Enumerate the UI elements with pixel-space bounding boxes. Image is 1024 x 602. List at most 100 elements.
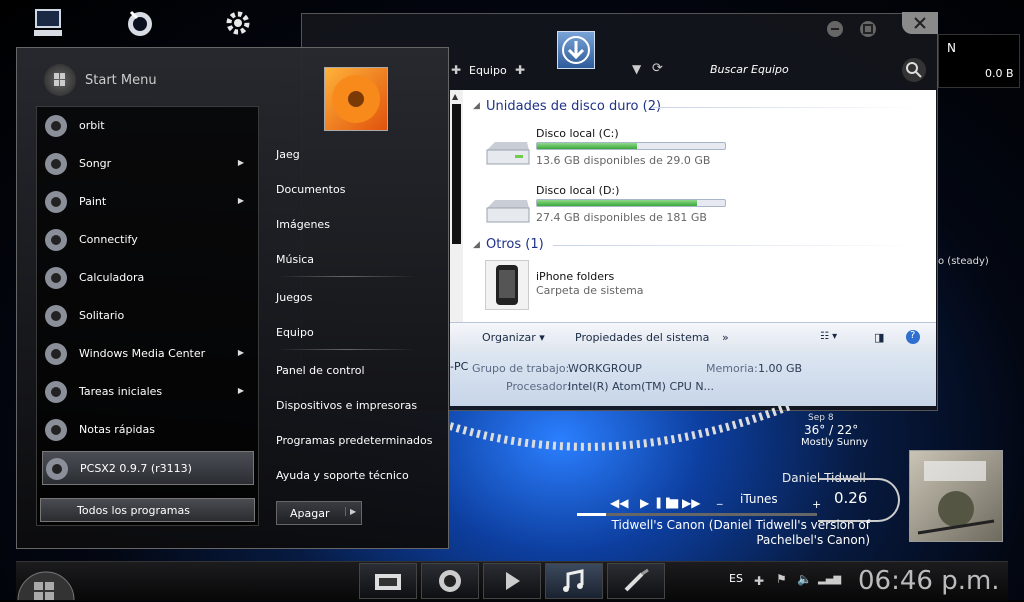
workgroup-value: WORKGROUP <box>568 362 642 375</box>
stop-icon[interactable]: ■ <box>668 496 679 510</box>
play-icon[interactable]: ▶ <box>640 496 649 510</box>
previous-icon[interactable]: ◀◀ <box>610 496 628 510</box>
close-button[interactable] <box>902 12 938 34</box>
firefox-icon <box>439 570 461 592</box>
drive-c-icon <box>483 140 531 170</box>
desktop-icon-firefox[interactable] <box>110 6 170 46</box>
songr-icon <box>42 150 70 178</box>
processor-label: Procesador: <box>506 380 571 393</box>
maximize-button[interactable] <box>859 20 877 42</box>
more-button[interactable]: » <box>722 331 729 344</box>
collapse-icon[interactable]: ◢ <box>473 101 480 111</box>
help-icon[interactable]: ? <box>906 330 920 344</box>
program-item[interactable]: PCSX2 0.9.7 (r3113) <box>42 451 254 485</box>
menu-games[interactable]: Juegos <box>276 291 312 304</box>
flag-icon[interactable]: ⚑ <box>776 572 787 586</box>
section-header-drives[interactable]: Unidades de disco duro (2) <box>486 99 661 114</box>
clock-ring-decoration <box>450 406 800 466</box>
submenu-arrow-icon[interactable]: ▶ <box>238 196 244 205</box>
program-label: PCSX2 0.9.7 (r3113) <box>80 462 192 475</box>
menu-music[interactable]: Música <box>276 253 314 266</box>
taskbar-firefox[interactable] <box>421 563 479 599</box>
program-label: Paint <box>79 195 107 208</box>
refresh-icon[interactable]: ⟳ <box>652 61 663 76</box>
system-properties-button[interactable]: Propiedades del sistema <box>575 331 709 344</box>
search-box[interactable]: Buscar Equipo <box>700 58 932 82</box>
album-art <box>909 450 1003 542</box>
view-options-icon[interactable]: ☷ ▾ <box>820 331 837 342</box>
desktop-icon-utilities[interactable] <box>208 6 268 46</box>
submenu-arrow-icon[interactable]: ▶ <box>238 158 244 167</box>
scroll-up-icon[interactable]: ▲ <box>452 92 458 101</box>
menu-images[interactable]: Imágenes <box>276 218 330 231</box>
language-indicator[interactable]: ES <box>729 572 743 585</box>
divider <box>276 349 416 350</box>
signal-icon[interactable]: ▂▄▆ <box>818 574 841 585</box>
section-header-others[interactable]: Otros (1) <box>486 237 544 252</box>
plus-icon: ✚ <box>515 63 526 77</box>
network-widget: N 0.0 B <box>938 34 1020 88</box>
iphone-folders-name[interactable]: iPhone folders <box>536 270 614 283</box>
program-item[interactable]: Paint ▶ <box>42 185 254 219</box>
search-button[interactable] <box>902 58 926 82</box>
program-item[interactable]: Tareas iniciales ▶ <box>42 375 254 409</box>
divider <box>553 245 923 246</box>
program-item[interactable]: Connectify <box>42 223 254 257</box>
dropdown-arrow-icon[interactable]: ▼ <box>632 62 641 76</box>
next-icon[interactable]: ▶▶ <box>682 496 700 510</box>
program-item[interactable]: Notas rápidas <box>42 413 254 447</box>
volume-icon[interactable]: 🔈 <box>797 572 812 586</box>
submenu-arrow-icon[interactable]: ▶ <box>238 348 244 357</box>
collapse-icon[interactable]: ◢ <box>473 240 480 250</box>
taskbar-itunes[interactable] <box>545 563 603 599</box>
scrollbar[interactable]: ▲ ▼ <box>450 90 463 350</box>
drive-d-info: 27.4 GB disponibles de 181 GB <box>536 211 707 224</box>
desktop-icon-computer[interactable] <box>18 6 78 46</box>
volume-up-icon[interactable]: + <box>812 498 821 511</box>
iphone-icon <box>485 260 529 310</box>
drive-c-info: 13.6 GB disponibles de 29.0 GB <box>536 154 711 167</box>
paint-icon <box>42 188 70 216</box>
weather-date: Sep 8 <box>808 413 834 423</box>
volume-down-icon[interactable]: _ <box>717 492 723 505</box>
preview-pane-icon[interactable]: ◨ <box>874 331 884 344</box>
menu-user[interactable]: Jaeg <box>276 148 300 161</box>
windows-logo-icon <box>17 571 75 600</box>
all-programs-button[interactable]: Todos los programas <box>40 498 255 522</box>
scroll-thumb[interactable] <box>452 104 461 244</box>
media-progress[interactable] <box>577 513 817 516</box>
menu-documents[interactable]: Documentos <box>276 183 345 196</box>
partial-text: o (steady) <box>938 256 989 267</box>
program-label: Notas rápidas <box>79 423 155 436</box>
clock[interactable]: 06:46 p.m. <box>858 566 1000 596</box>
taskbar-explorer[interactable] <box>359 563 417 599</box>
organize-button[interactable]: Organizar ▾ <box>482 331 545 344</box>
program-item[interactable]: Solitario <box>42 299 254 333</box>
program-item[interactable]: Calculadora <box>42 261 254 295</box>
organize-label: Organizar <box>482 331 536 344</box>
taskbar-media-player[interactable] <box>483 563 541 599</box>
tray-plus-icon[interactable]: ✚ <box>754 574 764 588</box>
menu-control-panel[interactable]: Panel de control <box>276 364 365 377</box>
shutdown-button[interactable]: Apagar ▶ <box>276 501 362 525</box>
memory-label: Memoria: <box>706 362 758 375</box>
submenu-arrow-icon[interactable]: ▶ <box>238 386 244 395</box>
shutdown-arrow-icon[interactable]: ▶ <box>345 507 356 516</box>
time-ring <box>818 478 900 522</box>
menu-default-programs[interactable]: Programas predeterminados <box>276 434 433 447</box>
drive-c-name[interactable]: Disco local (C:) <box>536 127 619 140</box>
program-item[interactable]: Windows Media Center ▶ <box>42 337 254 371</box>
program-item[interactable]: Songr ▶ <box>42 147 254 181</box>
menu-help[interactable]: Ayuda y soporte técnico <box>276 469 409 482</box>
taskbar-paint[interactable] <box>607 563 665 599</box>
minimize-button[interactable] <box>826 20 844 42</box>
drive-d-name[interactable]: Disco local (D:) <box>536 184 619 197</box>
menu-devices[interactable]: Dispositivos e impresoras <box>276 399 417 412</box>
user-picture[interactable] <box>324 67 388 131</box>
program-item[interactable]: orbit <box>42 109 254 143</box>
menu-computer[interactable]: Equipo <box>276 326 314 339</box>
details-pane: -PC Grupo de trabajo: WORKGROUP Memoria:… <box>450 352 936 406</box>
drive-c-usage-bar <box>536 142 726 150</box>
start-button[interactable] <box>16 566 76 600</box>
media-controls[interactable]: ◀◀ ▶ ❚❚ ■ ▶▶ <box>610 496 710 510</box>
